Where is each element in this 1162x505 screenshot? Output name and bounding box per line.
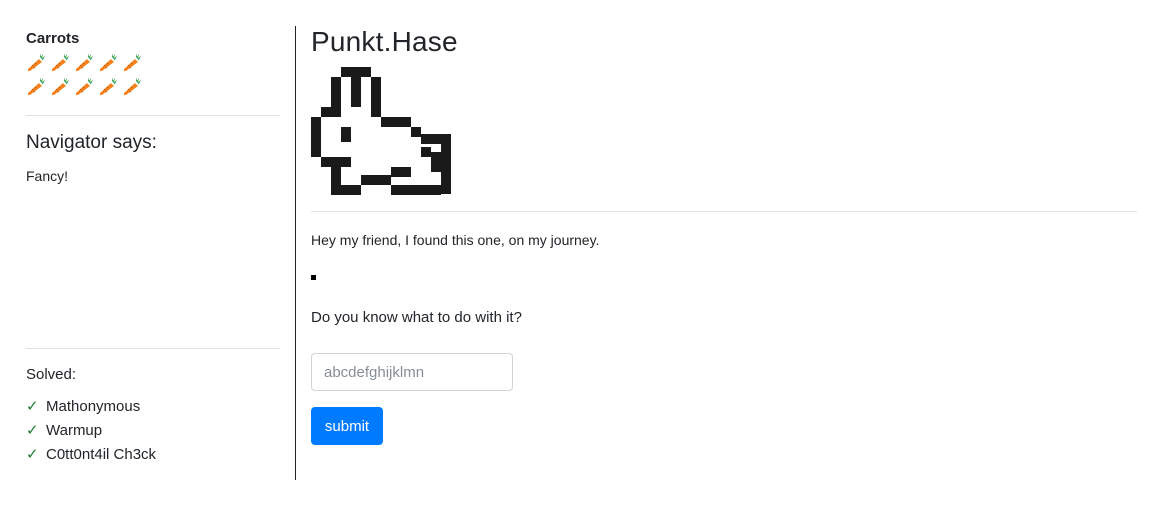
sidebar-divider	[26, 115, 280, 116]
check-icon: ✓	[26, 398, 39, 415]
carrot-icon	[76, 53, 93, 71]
answer-input[interactable]	[311, 353, 513, 391]
solved-item-label: Mathonymous	[46, 397, 141, 415]
intro-text: Hey my friend, I found this one, on my j…	[311, 232, 600, 248]
carrots-title: Carrots	[26, 30, 80, 47]
solved-title: Solved:	[26, 366, 77, 383]
carrot-grid	[26, 53, 151, 97]
page-title: Punkt.Hase	[311, 26, 458, 57]
solved-item: ✓ C0tt0nt4il Ch3ck	[26, 442, 156, 466]
sidebar-divider	[26, 348, 280, 349]
main-content: Punkt.Hase Hey my friend, I found this o…	[311, 0, 1137, 505]
main-divider	[311, 211, 1137, 212]
pixel-rabbit-icon	[311, 67, 451, 195]
carrot-icon	[76, 77, 93, 95]
question-text: Do you know what to do with it?	[311, 309, 522, 326]
vertical-divider	[295, 26, 296, 480]
solved-item: ✓ Warmup	[26, 418, 156, 442]
carrot-icon	[52, 53, 69, 71]
sidebar: Carrots Navigator says: Fancy! Solved: ✓…	[26, 0, 280, 505]
navigator-message: Fancy!	[26, 168, 69, 184]
solved-item-label: C0tt0nt4il Ch3ck	[46, 445, 157, 463]
navigator-title: Navigator says:	[26, 132, 157, 153]
check-icon: ✓	[26, 422, 39, 439]
carrot-icon	[28, 53, 45, 71]
carrot-icon	[124, 53, 141, 71]
hidden-pixel-image	[311, 275, 316, 280]
check-icon: ✓	[26, 446, 39, 463]
submit-button[interactable]: submit	[311, 407, 383, 445]
carrot-icon	[52, 77, 69, 95]
page: Carrots Navigator says: Fancy! Solved: ✓…	[0, 0, 1162, 505]
solved-item: ✓ Mathonymous	[26, 394, 156, 418]
solved-list: ✓ Mathonymous ✓ Warmup ✓ C0tt0nt4il Ch3c…	[26, 394, 156, 466]
carrot-icon	[28, 77, 45, 95]
solved-item-label: Warmup	[46, 421, 103, 439]
carrot-icon	[100, 77, 117, 95]
carrot-icon	[124, 77, 141, 95]
carrot-icon	[100, 53, 117, 71]
